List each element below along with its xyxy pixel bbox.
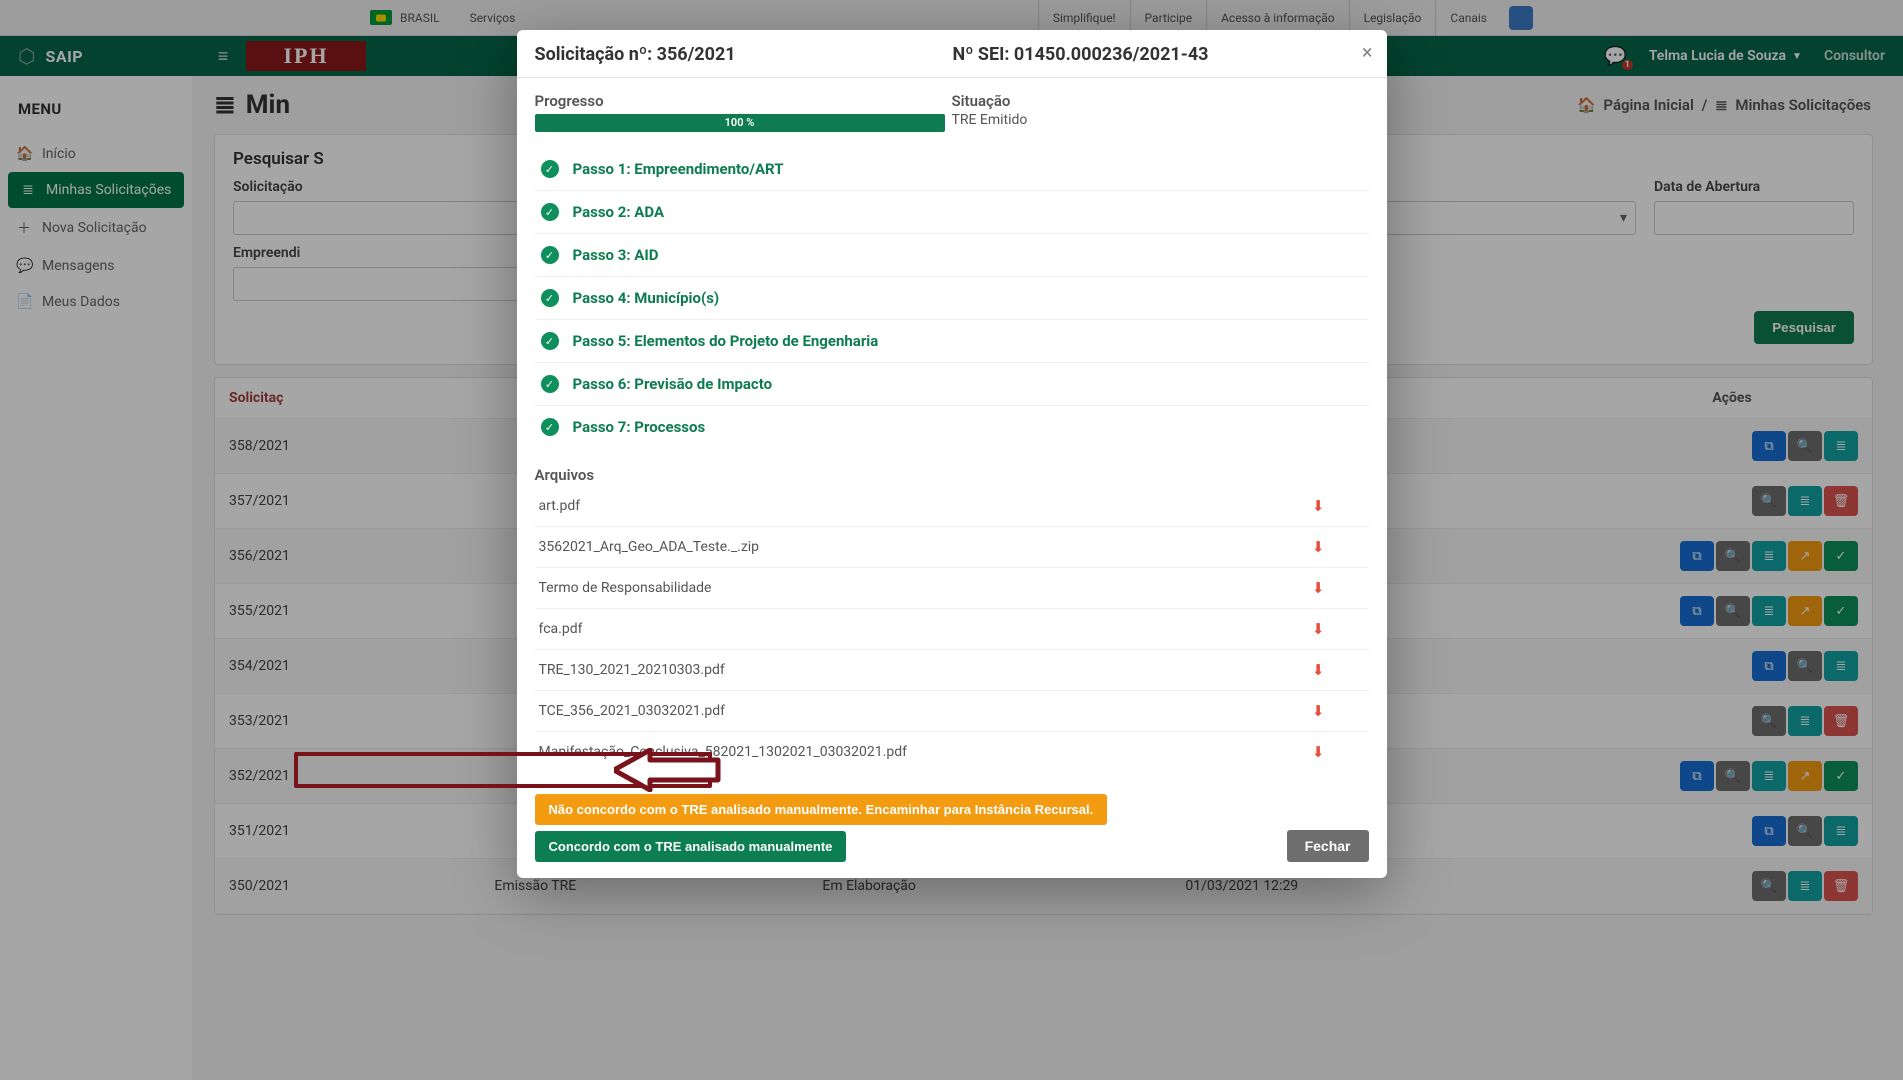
modal-body: Progresso 100 % Situação TRE Emitido ✓ Pa… bbox=[517, 78, 1387, 790]
file-name: TCE_356_2021_03032021.pdf bbox=[539, 703, 726, 719]
step-item[interactable]: ✓ Passo 6: Previsão de Impacto bbox=[535, 363, 1369, 406]
progress-bar: 100 % bbox=[535, 114, 945, 132]
step-item[interactable]: ✓ Passo 1: Empreendimento/ART bbox=[535, 148, 1369, 191]
check-circle-icon: ✓ bbox=[541, 203, 559, 221]
step-label: Passo 2: ADA bbox=[573, 203, 665, 221]
file-list: art.pdf ⬇ 3562021_Arq_Geo_ADA_Teste._.zip ⬇… bbox=[535, 486, 1369, 772]
modal-solicitacao: Solicitação nº: 356/2021 Nº SEI: 01450.0… bbox=[517, 30, 1387, 878]
step-label: Passo 6: Previsão de Impacto bbox=[573, 375, 773, 393]
download-icon[interactable]: ⬇ bbox=[1312, 620, 1365, 638]
modal-title-left: Solicitação nº: 356/2021 bbox=[535, 44, 951, 65]
label-situacao: Situação bbox=[952, 92, 1369, 110]
modal-footer: Não concordo com o TRE analisado manualm… bbox=[517, 790, 1387, 878]
situacao-value: TRE Emitido bbox=[952, 112, 1369, 128]
file-name: fca.pdf bbox=[539, 621, 583, 637]
steps-list: ✓ Passo 1: Empreendimento/ART ✓ Passo 2: AD… bbox=[535, 148, 1369, 448]
check-circle-icon: ✓ bbox=[541, 289, 559, 307]
file-item: Manifestação_Conclusiva_582021_1302021_0… bbox=[535, 732, 1369, 772]
step-label: Passo 7: Processos bbox=[573, 418, 706, 436]
file-name: Termo de Responsabilidade bbox=[539, 580, 712, 596]
file-name: TRE_130_2021_20210303.pdf bbox=[539, 662, 725, 678]
concordo-button[interactable]: Concordo com o TRE analisado manualmente bbox=[535, 831, 847, 862]
download-icon[interactable]: ⬇ bbox=[1312, 497, 1365, 515]
file-name: 3562021_Arq_Geo_ADA_Teste._.zip bbox=[539, 539, 760, 555]
file-item: Termo de Responsabilidade ⬇ bbox=[535, 568, 1369, 609]
modal-header: Solicitação nº: 356/2021 Nº SEI: 01450.0… bbox=[517, 30, 1387, 78]
step-item[interactable]: ✓ Passo 5: Elementos do Projeto de Engenh… bbox=[535, 320, 1369, 363]
check-circle-icon: ✓ bbox=[541, 418, 559, 436]
check-circle-icon: ✓ bbox=[541, 160, 559, 178]
step-item[interactable]: ✓ Passo 2: ADA bbox=[535, 191, 1369, 234]
download-icon[interactable]: ⬇ bbox=[1312, 661, 1365, 679]
file-item: TCE_356_2021_03032021.pdf ⬇ bbox=[535, 691, 1369, 732]
step-item[interactable]: ✓ Passo 7: Processos bbox=[535, 406, 1369, 448]
check-circle-icon: ✓ bbox=[541, 332, 559, 350]
file-name: art.pdf bbox=[539, 498, 581, 514]
file-item: fca.pdf ⬇ bbox=[535, 609, 1369, 650]
download-icon[interactable]: ⬇ bbox=[1312, 743, 1365, 761]
download-icon[interactable]: ⬇ bbox=[1312, 538, 1365, 556]
modal-title-right: Nº SEI: 01450.000236/2021-43 bbox=[951, 44, 1369, 65]
file-item: TRE_130_2021_20210303.pdf ⬇ bbox=[535, 650, 1369, 691]
download-icon[interactable]: ⬇ bbox=[1312, 702, 1365, 720]
arquivos-label: Arquivos bbox=[535, 466, 1369, 484]
step-label: Passo 5: Elementos do Projeto de Engenha… bbox=[573, 332, 879, 350]
label-progresso: Progresso bbox=[535, 92, 952, 110]
nao-concordo-button[interactable]: Não concordo com o TRE analisado manualm… bbox=[535, 794, 1108, 825]
file-item: art.pdf ⬇ bbox=[535, 486, 1369, 527]
file-item: 3562021_Arq_Geo_ADA_Teste._.zip ⬇ bbox=[535, 527, 1369, 568]
check-circle-icon: ✓ bbox=[541, 246, 559, 264]
step-label: Passo 1: Empreendimento/ART bbox=[573, 160, 784, 178]
step-label: Passo 3: AID bbox=[573, 246, 659, 264]
progress-fill: 100 % bbox=[535, 114, 945, 132]
step-label: Passo 4: Município(s) bbox=[573, 289, 720, 307]
close-icon[interactable]: × bbox=[1362, 40, 1373, 64]
step-item[interactable]: ✓ Passo 3: AID bbox=[535, 234, 1369, 277]
file-name: Manifestação_Conclusiva_582021_1302021_0… bbox=[539, 744, 907, 760]
check-circle-icon: ✓ bbox=[541, 375, 559, 393]
download-icon[interactable]: ⬇ bbox=[1312, 579, 1365, 597]
step-item[interactable]: ✓ Passo 4: Município(s) bbox=[535, 277, 1369, 320]
fechar-button[interactable]: Fechar bbox=[1287, 830, 1369, 862]
